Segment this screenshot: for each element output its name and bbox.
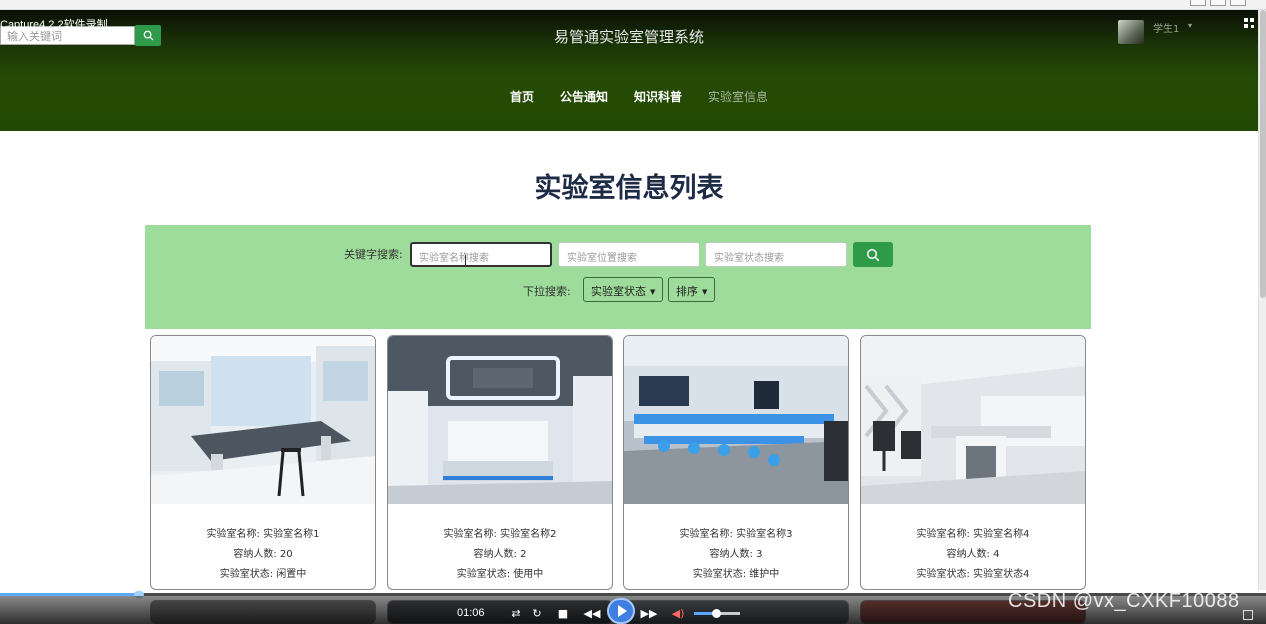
shuffle-icon[interactable]: ⇄ xyxy=(509,604,523,622)
lab-status: 实验室状态: 使用中 xyxy=(456,569,544,580)
page-title: 实验室信息列表 xyxy=(534,173,724,204)
repeat-icon[interactable]: ↻ xyxy=(530,604,544,622)
sort-dropdown[interactable]: 排序 ▼ xyxy=(668,277,716,302)
lab-name-search-input[interactable]: 实验室名称搜索 xyxy=(410,242,552,267)
window-controls xyxy=(1190,0,1246,6)
text-cursor xyxy=(465,255,466,265)
nav-notices[interactable]: 公告通知 xyxy=(560,88,608,105)
lab-capacity: 容纳人数: 3 xyxy=(709,549,763,560)
lab-status: 实验室状态: 实验室状态4 xyxy=(916,569,1030,580)
status-dropdown-label: 实验室状态 xyxy=(591,285,646,298)
status-dropdown[interactable]: 实验室状态 ▼ xyxy=(583,277,664,302)
lab-card[interactable]: 实验室名称: 实验室名称2 容纳人数: 2 实验室状态: 使用中 xyxy=(387,335,613,590)
avatar[interactable] xyxy=(1118,20,1144,44)
lab-info: 实验室名称: 实验室名称4 容纳人数: 4 实验室状态: 实验室状态4 xyxy=(861,525,1085,585)
lab-image[interactable] xyxy=(624,336,848,504)
main-nav: 首页 公告通知 知识科普 实验室信息 xyxy=(0,88,1258,105)
lab-card[interactable]: 实验室名称: 实验室名称1 容纳人数: 20 实验室状态: 闲置中 xyxy=(150,335,376,590)
lab-capacity: 容纳人数: 4 xyxy=(946,549,1000,560)
fast-forward-icon[interactable]: ▶▶ xyxy=(640,604,658,622)
lab-capacity: 容纳人数: 2 xyxy=(473,549,527,560)
lab-capacity: 容纳人数: 20 xyxy=(233,549,293,560)
qr-code-icon[interactable] xyxy=(1244,18,1256,30)
username[interactable]: 学生1 xyxy=(1153,20,1179,35)
lab-card[interactable]: 实验室名称: 实验室名称3 容纳人数: 3 实验室状态: 维护中 xyxy=(623,335,849,590)
site-title: 易管通实验室管理系统 xyxy=(553,28,704,46)
volume-handle[interactable] xyxy=(712,609,721,618)
dropdown-search-label: 下拉搜索: xyxy=(523,285,571,298)
search-panel: 关键字搜索: 实验室名称搜索 实验室位置搜索 实验室状态搜索 下拉搜索: 实验室… xyxy=(145,225,1091,329)
page-scrollbar[interactable] xyxy=(1258,10,1266,590)
keyword-search-label: 关键字搜索: xyxy=(344,248,403,261)
lab-name: 实验室名称: 实验室名称3 xyxy=(679,529,793,540)
lab-card[interactable]: 实验室名称: 实验室名称4 容纳人数: 4 实验室状态: 实验室状态4 xyxy=(860,335,1086,590)
lab-name: 实验室名称: 实验室名称4 xyxy=(916,529,1030,540)
search-icon xyxy=(866,248,880,261)
window-top-strip xyxy=(0,0,1266,10)
minimize-button[interactable] xyxy=(1190,0,1206,6)
lab-name: 实验室名称: 实验室名称1 xyxy=(206,529,320,540)
lab-info: 实验室名称: 实验室名称1 容纳人数: 20 实验室状态: 闲置中 xyxy=(151,525,375,585)
lab-info: 实验室名称: 实验室名称2 容纳人数: 2 实验室状态: 使用中 xyxy=(388,525,612,585)
mute-icon[interactable]: ◀) xyxy=(671,604,685,622)
lab-status: 实验室状态: 闲置中 xyxy=(219,569,307,580)
maximize-button[interactable] xyxy=(1210,0,1226,6)
player-time: 01:06 xyxy=(457,607,485,619)
search-button[interactable] xyxy=(853,242,893,267)
caret-down-icon: ▼ xyxy=(702,288,708,296)
stop-icon[interactable]: ■ xyxy=(556,604,570,622)
caret-down-icon: ▼ xyxy=(650,288,656,296)
chevron-down-icon[interactable]: ▾ xyxy=(1188,21,1192,30)
lab-name: 实验室名称: 实验室名称2 xyxy=(443,529,557,540)
nav-knowledge[interactable]: 知识科普 xyxy=(634,88,682,105)
close-button[interactable] xyxy=(1230,0,1246,6)
nav-lab-info[interactable]: 实验室信息 xyxy=(708,88,768,105)
watermark: CSDN @vx_CXKF10088 xyxy=(1008,590,1240,612)
site-header: 输入关键词 Capture4.2.2软件录制 易管通实验室管理系统 学生1 ▾ … xyxy=(0,10,1258,131)
lab-status: 实验室状态: 维护中 xyxy=(692,569,780,580)
lab-image[interactable] xyxy=(388,336,612,504)
lab-status-search-input[interactable]: 实验室状态搜索 xyxy=(705,242,847,267)
lab-info: 实验室名称: 实验室名称3 容纳人数: 3 实验室状态: 维护中 xyxy=(624,525,848,585)
nav-home[interactable]: 首页 xyxy=(510,88,534,105)
lab-image[interactable] xyxy=(151,336,375,504)
play-icon xyxy=(618,605,627,617)
lab-location-search-input[interactable]: 实验室位置搜索 xyxy=(558,242,700,267)
volume-slider[interactable] xyxy=(694,609,740,618)
sort-dropdown-label: 排序 xyxy=(676,285,698,298)
fullscreen-icon[interactable] xyxy=(1243,610,1253,620)
lab-image[interactable] xyxy=(861,336,1085,504)
play-button[interactable] xyxy=(607,598,635,624)
rewind-icon[interactable]: ◀◀ xyxy=(583,604,601,622)
screen: 输入关键词 Capture4.2.2软件录制 易管通实验室管理系统 学生1 ▾ … xyxy=(0,0,1266,624)
scrollbar-thumb[interactable] xyxy=(1260,10,1266,298)
